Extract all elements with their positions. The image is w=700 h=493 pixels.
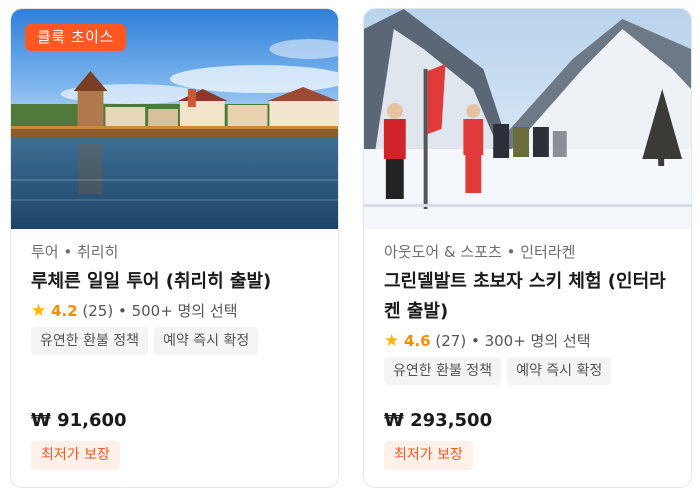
product-card[interactable]: 아웃도어 & 스포츠 • 인터라켄 그린델발트 초보자 스키 체험 (인터라켄 … [363,8,692,488]
feature-tags: 유연한 환불 정책 예약 즉시 확정 [384,357,679,385]
booking-count: • 500+ 명의 선택 [117,302,238,320]
tag-instant-confirmation: 예약 즉시 확정 [507,357,612,385]
rating-score: 4.6 [404,332,431,350]
rating-score: 4.2 [51,302,78,320]
product-category: 아웃도어 & 스포츠 • 인터라켄 [384,243,576,261]
product-title[interactable]: 그린델발트 초보자 스키 체험 (인터라켄 출발) [384,267,679,327]
review-count: (27) [435,332,467,350]
product-category: 투어 • 취리히 [31,243,119,261]
tag-flexible-refund: 유연한 환불 정책 [384,357,502,385]
product-image[interactable] [364,9,691,229]
tag-flexible-refund: 유연한 환불 정책 [31,327,149,355]
rating-row: ★ 4.6 (27) • 300+ 명의 선택 [384,329,679,353]
product-card[interactable]: 클룩 초이스 투어 • 취리히 루체른 일일 투어 (취리히 출발) ★ 4.2… [10,8,339,488]
tag-instant-confirmation: 예약 즉시 확정 [154,327,259,355]
star-icon: ★ [31,301,47,321]
product-price: ₩ 293,500 [384,410,493,431]
star-icon: ★ [384,331,400,351]
klook-choice-badge: 클룩 초이스 [25,24,126,51]
booking-count: • 300+ 명의 선택 [470,332,591,350]
product-title[interactable]: 루체른 일일 투어 (취리히 출발) [31,267,326,297]
feature-tags: 유연한 환불 정책 예약 즉시 확정 [31,327,326,355]
best-price-guarantee-badge: 최저가 보장 [31,441,120,470]
review-count: (25) [82,302,114,320]
product-price: ₩ 91,600 [31,410,127,431]
rating-row: ★ 4.2 (25) • 500+ 명의 선택 [31,299,326,323]
best-price-guarantee-badge: 최저가 보장 [384,441,473,470]
